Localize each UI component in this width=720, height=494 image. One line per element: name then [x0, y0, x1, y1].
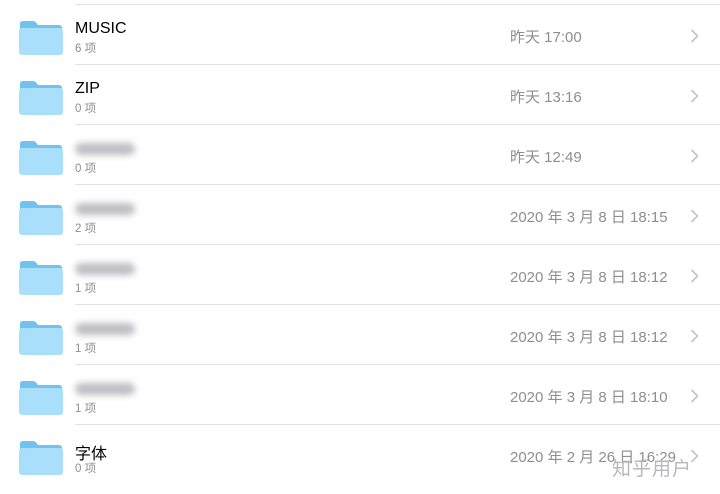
chevron-right-icon[interactable] [689, 149, 701, 163]
modified-date: 2020 年 3 月 8 日 18:10 [510, 389, 668, 406]
folder-row[interactable]: 1 项 2020 年 3 月 8 日 18:12 [0, 305, 720, 365]
folder-name [75, 383, 135, 395]
folder-icon [18, 140, 64, 176]
folder-name [75, 323, 135, 335]
folder-icon [18, 80, 64, 116]
folder-icon [18, 380, 64, 416]
folder-name: ZIP [75, 80, 100, 97]
folder-row[interactable]: 0 项 昨天 12:49 [0, 125, 720, 185]
chevron-right-icon[interactable] [689, 89, 701, 103]
item-count: 1 项 [75, 403, 97, 415]
file-list: MUSIC 6 项昨天 17:00 ZIP 0 项昨天 13:16 0 项昨天 12:4… [0, 0, 720, 494]
folder-row[interactable]: 2 项 2020 年 3 月 8 日 18:15 [0, 185, 720, 245]
folder-name [75, 203, 135, 215]
folder-row[interactable]: MUSIC 6 项 昨天 17:00 [0, 5, 720, 65]
watermark: 知乎用户 [612, 459, 693, 480]
item-count: 1 项 [75, 283, 97, 295]
item-count: 0 项 [75, 103, 97, 115]
folder-icon [18, 440, 64, 476]
folder-icon [18, 200, 64, 236]
modified-date: 2020 年 3 月 8 日 18:12 [510, 269, 668, 286]
modified-date: 昨天 12:49 [510, 149, 582, 166]
folder-name [75, 263, 135, 275]
item-count: 0 项 [75, 163, 97, 175]
folder-row[interactable]: ZIP 0 项 昨天 13:16 [0, 65, 720, 125]
chevron-right-icon[interactable] [689, 209, 701, 223]
item-count: 2 项 [75, 223, 97, 235]
chevron-right-icon[interactable] [689, 329, 701, 343]
folder-row[interactable]: 1 项 2020 年 3 月 8 日 18:12 [0, 245, 720, 305]
item-count: 1 项 [75, 343, 97, 355]
item-count: 0 项 [75, 463, 97, 475]
modified-date: 昨天 17:00 [510, 29, 582, 46]
folder-icon [18, 320, 64, 356]
folder-icon [18, 260, 64, 296]
folder-name: MUSIC [75, 20, 127, 37]
chevron-right-icon[interactable] [689, 29, 701, 43]
chevron-right-icon[interactable] [689, 389, 701, 403]
folder-name [75, 143, 135, 155]
chevron-right-icon[interactable] [689, 269, 701, 283]
modified-date: 2020 年 3 月 8 日 18:15 [510, 209, 668, 226]
item-count: 6 项 [75, 43, 97, 55]
modified-date: 2020 年 3 月 8 日 18:12 [510, 329, 668, 346]
folder-row[interactable]: 1 项 2020 年 3 月 8 日 18:10 [0, 365, 720, 425]
modified-date: 昨天 13:16 [510, 89, 582, 106]
folder-icon [18, 20, 64, 56]
